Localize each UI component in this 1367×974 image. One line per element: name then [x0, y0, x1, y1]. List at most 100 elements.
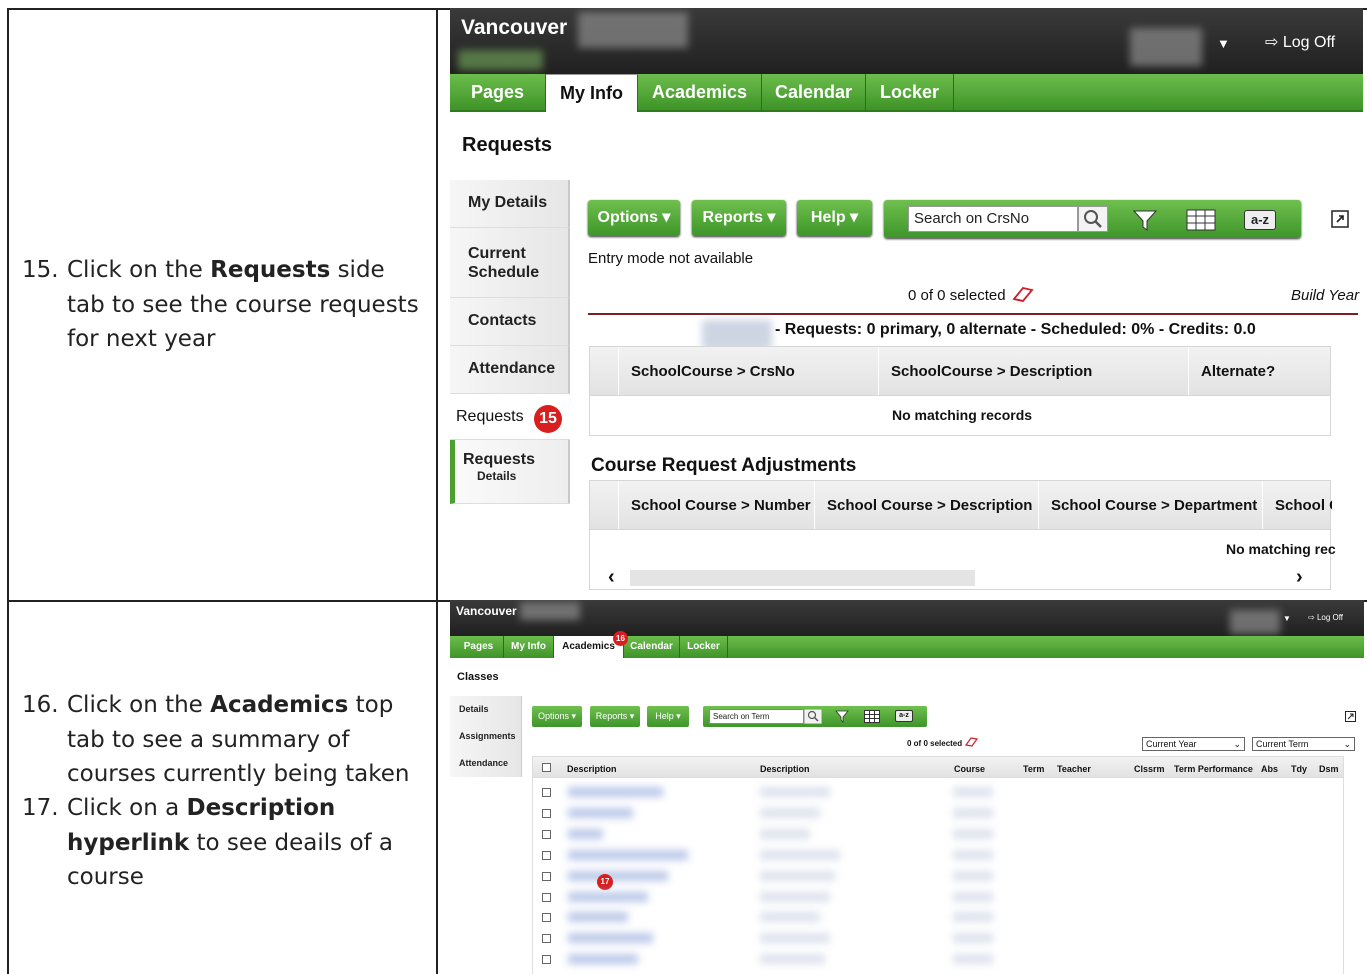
tab-my-info[interactable]: My Info — [546, 74, 638, 112]
scroll-right-icon[interactable]: › — [1296, 566, 1303, 589]
search-input[interactable]: Search on Term — [709, 709, 804, 724]
tab-pages[interactable]: Pages — [450, 74, 546, 112]
column-header-classroom[interactable]: Clssrm — [1134, 764, 1165, 774]
column-header-department[interactable]: School Course > Department — [1038, 481, 1262, 529]
logoff-icon: ⇨ — [1265, 34, 1279, 51]
year-select[interactable]: Current Year ⌄ — [1142, 737, 1245, 751]
callout-15-badge: 15 — [534, 405, 562, 433]
options-button[interactable]: Options ▾ — [588, 200, 680, 236]
table-column-divider — [436, 8, 438, 974]
redacted-user-name — [1130, 28, 1202, 66]
row-checkbox[interactable] — [542, 851, 551, 860]
row-checkbox[interactable] — [542, 955, 551, 964]
redacted-cell — [953, 829, 993, 839]
class-description-link[interactable] — [568, 912, 628, 922]
scroll-left-icon[interactable]: ‹ — [608, 566, 615, 589]
selection-count: 0 of 0 selected — [908, 287, 1006, 304]
column-header-description[interactable]: School Course > Description — [814, 481, 1038, 529]
column-header-description-2[interactable]: Description — [760, 764, 810, 774]
row-checkbox[interactable] — [542, 913, 551, 922]
side-tab-details[interactable]: Details — [450, 696, 522, 723]
reports-button[interactable]: Reports ▾ — [692, 200, 786, 236]
eraser-icon[interactable] — [1011, 285, 1035, 303]
help-button[interactable]: Help ▾ — [647, 706, 689, 727]
search-input[interactable]: Search on CrsNo — [908, 206, 1078, 232]
horizontal-scrollbar-thumb[interactable] — [630, 570, 975, 586]
redacted-cell — [953, 912, 993, 922]
filter-icon[interactable] — [1132, 208, 1158, 232]
tab-academics[interactable]: Academics — [638, 74, 762, 112]
brand-title: Vancouver — [461, 16, 568, 39]
redacted-school-name — [578, 12, 688, 48]
user-menu-caret-icon[interactable]: ▼ — [1283, 614, 1291, 623]
grid-view-icon[interactable] — [1186, 209, 1216, 231]
search-icon[interactable] — [1078, 206, 1108, 232]
column-header-truncated[interactable]: School C — [1262, 481, 1332, 529]
tab-locker[interactable]: Locker — [866, 74, 954, 112]
column-header-dismissals[interactable]: Dsm — [1319, 764, 1339, 774]
column-header-absences[interactable]: Abs — [1261, 764, 1278, 774]
search-icon[interactable] — [804, 709, 822, 724]
class-description-link[interactable] — [568, 850, 688, 860]
side-tab-attendance[interactable]: Attendance — [450, 346, 570, 394]
side-tab-contacts[interactable]: Contacts — [450, 298, 570, 346]
no-records-message: No matching records — [892, 407, 1033, 423]
tab-locker[interactable]: Locker — [680, 636, 728, 658]
logoff-link[interactable]: ⇨ Log Off — [1308, 613, 1343, 622]
redacted-cell — [760, 829, 810, 839]
column-header-tardies[interactable]: Tdy — [1291, 764, 1307, 774]
row-checkbox[interactable] — [542, 830, 551, 839]
logoff-link[interactable]: ⇨ Log Off — [1265, 32, 1335, 52]
redacted-cell — [760, 954, 825, 964]
column-header-course[interactable]: Course — [954, 764, 985, 774]
tab-pages[interactable]: Pages — [454, 636, 504, 658]
filter-icon[interactable] — [835, 710, 849, 723]
side-subtab-requests-details[interactable]: Requests Details — [450, 440, 570, 504]
column-header-alternate[interactable]: Alternate? — [1188, 347, 1332, 395]
class-description-link[interactable] — [568, 787, 663, 797]
sort-az-icon[interactable]: a-z — [895, 710, 913, 722]
redacted-cell — [760, 892, 830, 902]
row-checkbox[interactable] — [542, 934, 551, 943]
side-tab-assignments[interactable]: Assignments — [450, 723, 522, 750]
column-header-term-performance[interactable]: Term Performance — [1174, 764, 1253, 774]
row-checkbox[interactable] — [542, 872, 551, 881]
user-menu-caret-icon[interactable]: ▼ — [1217, 36, 1230, 51]
column-header-description[interactable]: Description — [567, 764, 617, 774]
column-header-description[interactable]: SchoolCourse > Description — [878, 347, 1188, 395]
sort-az-icon[interactable]: a-z — [1244, 210, 1276, 230]
class-description-link[interactable] — [568, 829, 603, 839]
reports-button[interactable]: Reports ▾ — [590, 706, 640, 727]
row-checkbox[interactable] — [542, 788, 551, 797]
tab-calendar[interactable]: Calendar — [624, 636, 680, 658]
class-description-link[interactable] — [568, 954, 638, 964]
class-description-link[interactable] — [568, 892, 648, 902]
grid-view-icon[interactable] — [864, 710, 880, 723]
eraser-icon[interactable] — [965, 737, 978, 747]
column-header-number[interactable]: School Course > Number — [618, 481, 814, 529]
term-select[interactable]: Current Term ⌄ — [1252, 737, 1355, 751]
app-header: Vancouver ▼ ⇨ Log Off — [450, 8, 1363, 74]
tab-my-info[interactable]: My Info — [504, 636, 554, 658]
popout-icon[interactable] — [1331, 210, 1349, 228]
step-text: Click on a Description hyperlink to see d… — [67, 795, 394, 890]
side-tab-current-schedule[interactable]: Current Schedule — [450, 228, 570, 298]
redacted-cell — [760, 912, 820, 922]
column-header-term[interactable]: Term — [1023, 764, 1044, 774]
popout-icon[interactable] — [1345, 711, 1356, 722]
column-header-teacher[interactable]: Teacher — [1057, 764, 1091, 774]
row-checkbox[interactable] — [542, 809, 551, 818]
side-tab-attendance[interactable]: Attendance — [450, 750, 522, 777]
select-all-checkbox[interactable] — [542, 763, 551, 772]
column-header-crsno[interactable]: SchoolCourse > CrsNo — [618, 347, 878, 395]
help-button[interactable]: Help ▾ — [797, 200, 872, 236]
step-text: Click on the Requests side tab to see th… — [67, 257, 419, 352]
tab-calendar[interactable]: Calendar — [762, 74, 866, 112]
class-description-link[interactable] — [568, 808, 633, 818]
row-checkbox[interactable] — [542, 893, 551, 902]
no-records-message-truncated: No matching rec — [1226, 541, 1336, 557]
class-description-link[interactable] — [568, 933, 653, 943]
options-button[interactable]: Options ▾ — [532, 706, 582, 727]
side-tab-my-details[interactable]: My Details — [450, 180, 570, 228]
class-description-link[interactable] — [568, 871, 668, 881]
